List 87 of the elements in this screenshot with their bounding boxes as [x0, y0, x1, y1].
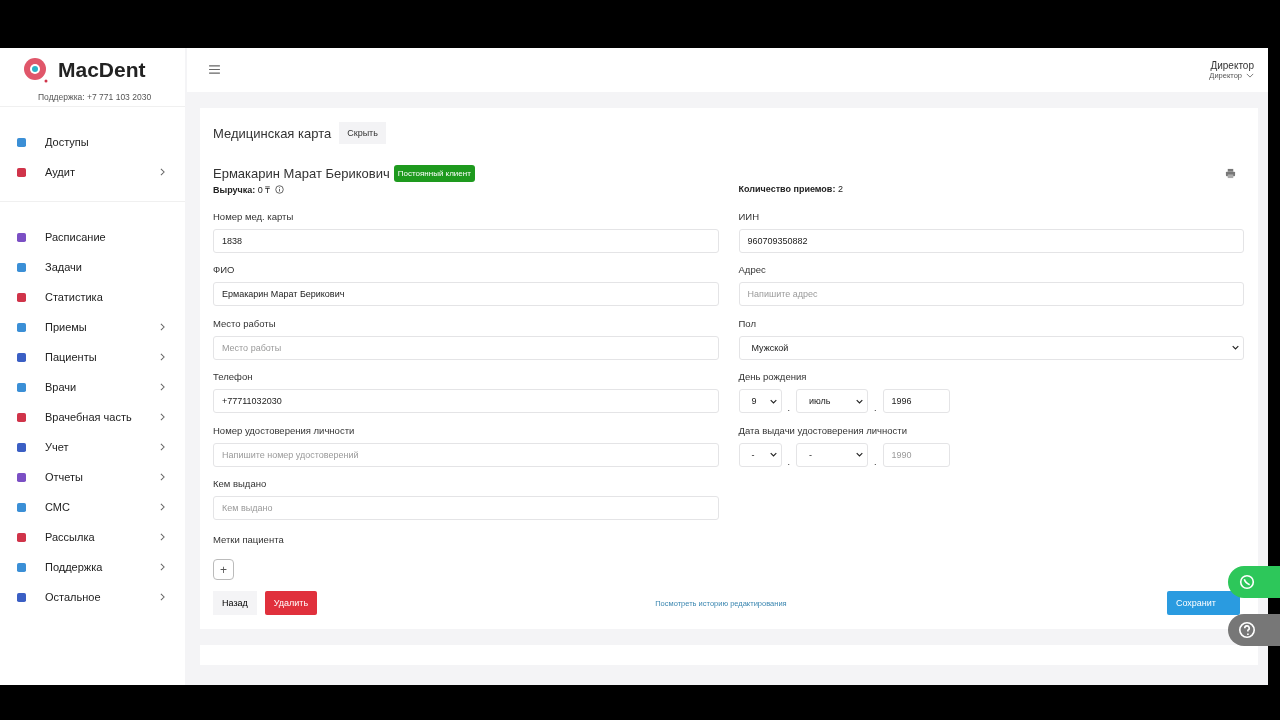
square-icon [17, 292, 26, 302]
help-icon [1238, 621, 1256, 639]
square-icon [17, 562, 26, 572]
date-separator: . [874, 403, 877, 414]
year-field[interactable]: 1996 [882, 389, 950, 414]
square-icon [17, 442, 26, 452]
hide-button[interactable]: Скрыть [339, 122, 386, 144]
input-field[interactable]: Кем выдано [213, 495, 719, 520]
printer-icon[interactable] [1225, 168, 1236, 179]
user-name[interactable]: Директор [1210, 60, 1254, 71]
day-select[interactable]: 9 [738, 389, 782, 414]
back-button[interactable]: Назад [213, 591, 257, 616]
field-label: ИИН [738, 211, 761, 222]
field-label: Метки пациента [213, 534, 285, 546]
square-icon [17, 382, 26, 392]
field-label: Адрес [738, 264, 767, 276]
input-field[interactable]: 960709350882 [738, 229, 1244, 253]
sidebar-item[interactable]: Статистика [0, 282, 185, 312]
square-icon [17, 412, 26, 422]
client-badge: Постоянный клиент [393, 165, 475, 182]
input-field[interactable]: +77711032030 [213, 389, 719, 414]
date-separator: . [787, 456, 790, 467]
chevron-down-icon [769, 452, 777, 458]
field-label: Место работы [213, 317, 277, 329]
revenue-text: Выручка: 0 ₸ [213, 183, 271, 196]
sidebar-item[interactable]: Остальное [0, 582, 185, 612]
date-separator: . [787, 403, 790, 414]
info-icon[interactable] [275, 184, 285, 194]
logo-icon [22, 56, 50, 84]
square-icon [17, 532, 26, 542]
support-phone: Поддержка: +7 771 103 2030 [37, 91, 153, 102]
sidebar-item[interactable]: Аудит [0, 157, 185, 187]
input-field[interactable]: Ермакарин Марат Берикович [213, 282, 719, 307]
sidebar-item[interactable]: Задачи [0, 252, 185, 282]
sidebar-item[interactable]: Врачебная часть [0, 402, 185, 432]
sidebar-item[interactable]: Отчеты [0, 462, 185, 492]
sidebar-item[interactable]: Приемы [0, 312, 185, 342]
square-icon [17, 472, 26, 482]
day-select[interactable]: - [738, 442, 782, 467]
input-field[interactable]: Место работы [213, 335, 719, 360]
date-separator: . [874, 456, 877, 467]
square-icon [17, 502, 26, 512]
sidebar-item[interactable]: Расписание [0, 222, 185, 252]
card-title: Медицинская карта [213, 125, 332, 141]
add-tag-button[interactable]: + [213, 559, 234, 581]
chevron-down-icon [769, 398, 777, 404]
delete-button[interactable]: Удалить [264, 591, 318, 616]
square-icon [17, 137, 26, 147]
sidebar-item[interactable]: Рассылка [0, 522, 185, 552]
sidebar-item[interactable]: Врачи [0, 372, 185, 402]
field-label: Кем выдано [213, 477, 268, 489]
patient-name: Ермакарин Марат Берикович [213, 166, 390, 181]
field-label: Дата выдачи удостоверения личности [738, 424, 908, 436]
square-icon [17, 322, 26, 332]
field-label: Номер удостоверения личности [213, 424, 356, 436]
year-field[interactable]: 1990 [882, 442, 950, 467]
field-label: ФИО [213, 264, 236, 276]
help-button[interactable] [1228, 614, 1280, 646]
square-icon [17, 262, 26, 272]
sidebar-item[interactable]: Учет [0, 432, 185, 462]
square-icon [17, 352, 26, 362]
month-select[interactable]: - [796, 442, 868, 467]
chat-button[interactable] [1228, 566, 1280, 598]
chevron-down-icon[interactable] [1246, 73, 1254, 78]
month-select[interactable]: июль [796, 389, 868, 414]
chevron-down-icon [856, 398, 863, 404]
sidebar-item[interactable]: Пациенты [0, 342, 185, 372]
sidebar-item[interactable]: Доступы [0, 127, 185, 157]
visits-text: Количество приемов: 2 [738, 184, 843, 194]
square-icon [17, 167, 26, 177]
square-icon [17, 592, 26, 602]
chevron-down-icon [1232, 345, 1239, 351]
field-label: Пол [738, 317, 757, 329]
sidebar-item[interactable]: Поддержка [0, 552, 185, 582]
input-field[interactable]: 1838 [213, 229, 719, 253]
menu-icon[interactable] [209, 65, 220, 74]
input-field[interactable]: Напишите адрес [738, 282, 1244, 307]
input-field[interactable]: Напишите номер удостоверений [213, 442, 719, 467]
chevron-down-icon [856, 452, 863, 458]
field-label: Телефон [213, 371, 254, 383]
square-icon [17, 232, 26, 242]
phone-icon [1238, 573, 1256, 591]
field-label: Номер мед. карты [213, 211, 295, 222]
gender-select[interactable]: Мужской [738, 335, 1244, 360]
sidebar-item[interactable]: СМС [0, 492, 185, 522]
field-label: День рождения [738, 371, 808, 383]
logo-text: MacDent [58, 58, 146, 82]
